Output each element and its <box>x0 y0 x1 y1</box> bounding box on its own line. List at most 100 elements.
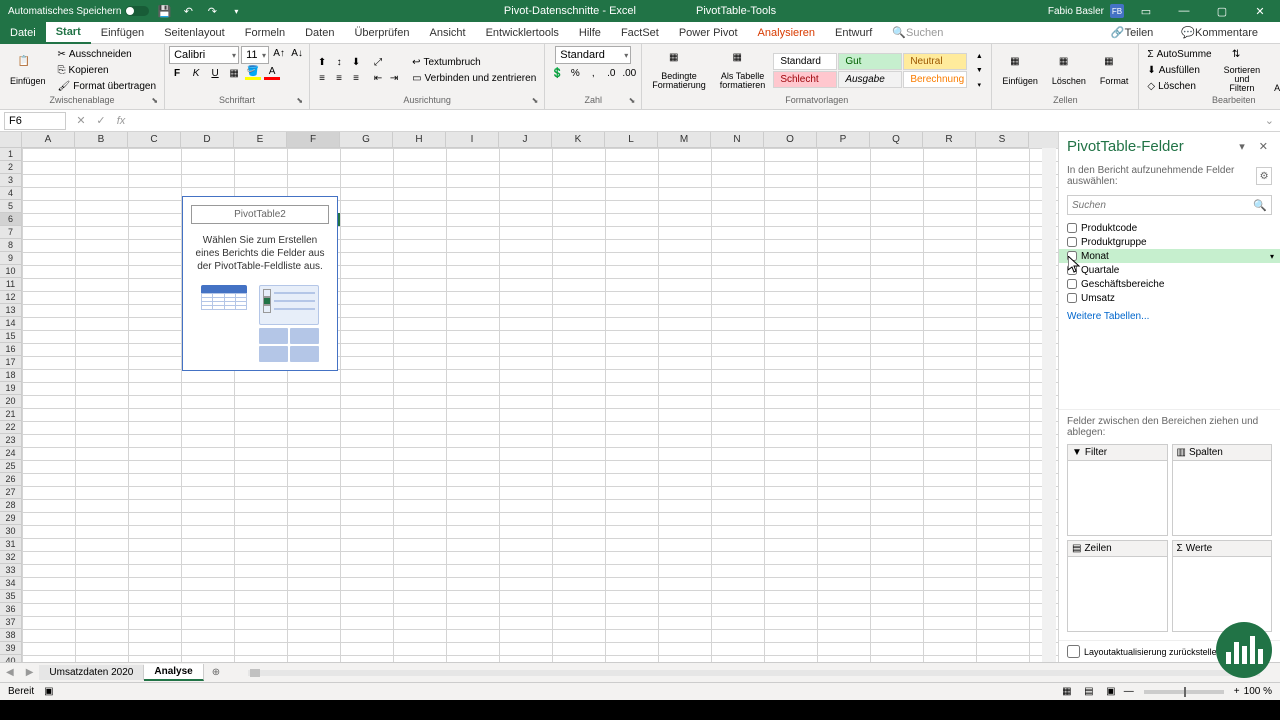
select-all-corner[interactable] <box>0 132 22 148</box>
row-header-1[interactable]: 1 <box>0 148 22 161</box>
font-color-button[interactable]: A <box>264 66 280 80</box>
autosave-toggle[interactable] <box>125 6 149 16</box>
row-header-28[interactable]: 28 <box>0 499 22 512</box>
row-header-5[interactable]: 5 <box>0 200 22 213</box>
col-header-J[interactable]: J <box>499 132 552 148</box>
tab-entwicklertools[interactable]: Entwicklertools <box>476 22 569 44</box>
row-header-4[interactable]: 4 <box>0 187 22 200</box>
row-header-34[interactable]: 34 <box>0 577 22 590</box>
align-top-icon[interactable]: ⬆ <box>314 56 330 70</box>
insert-cells-button[interactable]: ▦Einfügen <box>996 47 1044 95</box>
zoom-out-button[interactable]: — <box>1124 686 1134 697</box>
font-size-combo[interactable]: 11 <box>241 46 269 64</box>
cancel-formula-icon[interactable]: ✕ <box>72 112 90 130</box>
row-header-9[interactable]: 9 <box>0 252 22 265</box>
indent-dec-icon[interactable]: ⇤ <box>370 72 386 86</box>
fieldpane-options-icon[interactable]: ▾ <box>1235 140 1249 153</box>
copy-button[interactable]: ⎘Kopieren <box>54 63 161 78</box>
font-shrink-icon[interactable]: A↓ <box>289 46 305 60</box>
col-header-O[interactable]: O <box>764 132 817 148</box>
underline-button[interactable]: U <box>207 66 223 80</box>
col-header-S[interactable]: S <box>976 132 1029 148</box>
view-page-icon[interactable]: ▤ <box>1080 685 1098 699</box>
dec-decimal-icon[interactable]: .00 <box>621 66 637 80</box>
row-header-23[interactable]: 23 <box>0 434 22 447</box>
format-cells-button[interactable]: ▦Format <box>1094 47 1135 95</box>
col-header-P[interactable]: P <box>817 132 870 148</box>
accept-formula-icon[interactable]: ✓ <box>92 112 110 130</box>
undo-icon[interactable]: ↶ <box>179 2 197 20</box>
row-header-26[interactable]: 26 <box>0 473 22 486</box>
row-header-10[interactable]: 10 <box>0 265 22 278</box>
merge-button[interactable]: ▭Verbinden und zentrieren <box>408 71 540 86</box>
style-schlecht[interactable]: Schlecht <box>773 71 837 88</box>
wrap-text-button[interactable]: ↩Textumbruch <box>408 55 540 70</box>
row-header-31[interactable]: 31 <box>0 538 22 551</box>
row-header-15[interactable]: 15 <box>0 330 22 343</box>
col-header-I[interactable]: I <box>446 132 499 148</box>
area-columns[interactable]: ▥Spalten <box>1172 444 1273 536</box>
pivottable-placeholder[interactable]: PivotTable2 Wählen Sie zum Erstellen ein… <box>182 196 338 371</box>
row-header-30[interactable]: 30 <box>0 525 22 538</box>
row-header-35[interactable]: 35 <box>0 590 22 603</box>
row-header-7[interactable]: 7 <box>0 226 22 239</box>
add-sheet-button[interactable]: ⊕ <box>204 667 228 678</box>
row-header-29[interactable]: 29 <box>0 512 22 525</box>
field-umsatz[interactable]: Umsatz <box>1059 291 1280 305</box>
number-format-combo[interactable]: Standard <box>555 46 631 64</box>
row-header-39[interactable]: 39 <box>0 642 22 655</box>
find-select-button[interactable]: 🔍Suchen und Auswählen <box>1268 47 1280 95</box>
name-box[interactable]: F6 <box>4 112 66 130</box>
paste-button[interactable]: 📋 Einfügen <box>4 47 52 95</box>
defer-checkbox[interactable] <box>1067 645 1080 658</box>
col-header-Q[interactable]: Q <box>870 132 923 148</box>
tab-einfuegen[interactable]: Einfügen <box>91 22 154 44</box>
col-header-C[interactable]: C <box>128 132 181 148</box>
clear-button[interactable]: ◇Löschen <box>1143 79 1215 94</box>
number-launcher[interactable]: ⬊ <box>629 96 636 105</box>
more-tables-link[interactable]: Weitere Tabellen... <box>1059 307 1280 326</box>
style-standard[interactable]: Standard <box>773 53 837 70</box>
fieldpane-close-icon[interactable]: ✕ <box>1255 140 1272 153</box>
style-berechnung[interactable]: Berechnung <box>903 71 967 88</box>
align-left-icon[interactable]: ≡ <box>314 72 330 86</box>
style-more[interactable]: ▾ <box>971 78 987 92</box>
tab-suchen[interactable]: 🔍 Suchen <box>882 22 953 44</box>
align-bottom-icon[interactable]: ⬇ <box>348 56 364 70</box>
row-header-14[interactable]: 14 <box>0 317 22 330</box>
sheet-tab-umsatz[interactable]: Umsatzdaten 2020 <box>39 665 144 680</box>
row-header-27[interactable]: 27 <box>0 486 22 499</box>
area-filter[interactable]: ▼Filter <box>1067 444 1168 536</box>
row-header-36[interactable]: 36 <box>0 603 22 616</box>
sheet-nav-prev[interactable]: ◀ <box>0 667 20 678</box>
italic-button[interactable]: K <box>188 66 204 80</box>
save-icon[interactable]: 💾 <box>155 2 173 20</box>
row-header-21[interactable]: 21 <box>0 408 22 421</box>
indent-inc-icon[interactable]: ⇥ <box>386 72 402 86</box>
align-launcher[interactable]: ⬊ <box>532 96 539 105</box>
tab-datei[interactable]: Datei <box>0 22 46 44</box>
col-header-N[interactable]: N <box>711 132 764 148</box>
style-gut[interactable]: Gut <box>838 53 902 70</box>
area-rows[interactable]: ▤Zeilen <box>1067 540 1168 632</box>
zoom-level[interactable]: 100 % <box>1244 686 1272 697</box>
currency-icon[interactable]: 💲 <box>549 66 565 80</box>
tab-ueberpruefen[interactable]: Überprüfen <box>344 22 419 44</box>
field-search[interactable]: 🔍 <box>1067 195 1272 215</box>
row-header-16[interactable]: 16 <box>0 343 22 356</box>
zoom-in-button[interactable]: + <box>1234 686 1240 697</box>
clipboard-launcher[interactable]: ⬊ <box>151 96 158 105</box>
macro-record-icon[interactable]: ▣ <box>44 686 53 697</box>
comments-button[interactable]: 💬 Kommentare <box>1171 22 1268 44</box>
style-scroll-up[interactable]: ▲ <box>971 50 987 64</box>
col-header-K[interactable]: K <box>552 132 605 148</box>
field-geschaeftsbereiche[interactable]: Geschäftsbereiche <box>1059 277 1280 291</box>
align-right-icon[interactable]: ≡ <box>348 72 364 86</box>
formula-input[interactable] <box>136 112 1259 130</box>
font-launcher[interactable]: ⬊ <box>296 96 303 105</box>
field-produktcode[interactable]: Produktcode <box>1059 221 1280 235</box>
tab-ansicht[interactable]: Ansicht <box>419 22 475 44</box>
field-monat[interactable]: Monat <box>1059 249 1280 263</box>
style-ausgabe[interactable]: Ausgabe <box>838 71 902 88</box>
maximize-icon[interactable]: ▢ <box>1206 0 1238 22</box>
